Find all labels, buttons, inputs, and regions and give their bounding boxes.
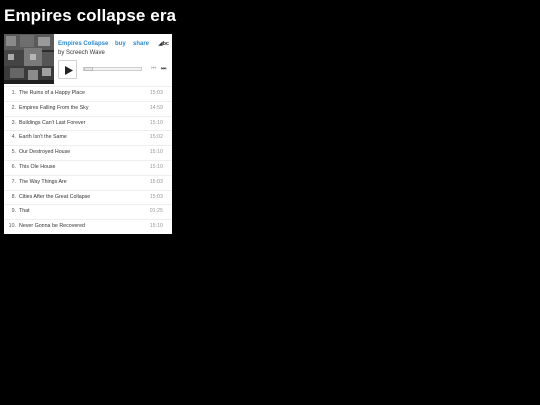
- player-header: Empires Collapse buy share ◢bc by Screec…: [4, 34, 172, 86]
- track-title[interactable]: This Ole House: [19, 161, 56, 175]
- track-number: 9.: [11, 208, 16, 215]
- track-duration: 15:10: [149, 223, 163, 230]
- track-title[interactable]: The Ruins of a Happy Place: [19, 87, 85, 101]
- track-row[interactable]: 2. Empires Falling From the Sky 14:59: [4, 100, 172, 116]
- track-duration: 15:03: [149, 90, 163, 96]
- track-row[interactable]: 4. Earth Isn't the Same 15:02: [4, 130, 172, 145]
- track-title[interactable]: Earth Isn't the Same: [19, 131, 67, 145]
- track-row[interactable]: 3. Buildings Can't Last Forever 15:10: [4, 115, 172, 131]
- track-title[interactable]: Cities After the Great Collapse: [19, 191, 90, 205]
- track-duration: 15:03: [149, 193, 163, 200]
- track-title[interactable]: The Way Things Are: [19, 176, 67, 190]
- bandcamp-logo[interactable]: ◢bc: [158, 39, 169, 49]
- track-title[interactable]: Empires Falling From the Sky: [19, 102, 88, 116]
- track-title[interactable]: That: [19, 205, 30, 219]
- track-number: 8.: [11, 193, 16, 200]
- prev-track-icon[interactable]: ⏮: [151, 65, 156, 73]
- track-number: 6.: [11, 163, 16, 170]
- track-duration: 14:59: [149, 104, 163, 111]
- track-row[interactable]: 10. Never Gonna be Recovered 15:10: [4, 219, 172, 234]
- track-number: 4.: [11, 134, 16, 141]
- track-row[interactable]: 8. Cities After the Great Collapse 15:03: [4, 189, 172, 205]
- player-controls: ⏮ ⏭: [58, 60, 169, 82]
- track-title[interactable]: Never Gonna be Recovered: [19, 220, 85, 234]
- track-number: 1.: [11, 90, 16, 96]
- track-duration: 15:10: [149, 163, 163, 170]
- bandcamp-player: Empires Collapse buy share ◢bc by Screec…: [4, 34, 172, 234]
- track-number: 7.: [11, 178, 16, 185]
- track-number: 2.: [11, 104, 16, 111]
- track-row[interactable]: 6. This Ole House 15:10: [4, 159, 172, 175]
- share-link[interactable]: share: [133, 39, 149, 49]
- track-row[interactable]: 9. That 01:25: [4, 204, 172, 219]
- album-title-link[interactable]: Empires Collapse: [58, 41, 108, 47]
- track-number: 5.: [11, 149, 16, 156]
- track-duration: 15:10: [149, 149, 163, 156]
- track-duration: 15:02: [149, 134, 163, 141]
- track-row[interactable]: 7. The Way Things Are 15:03: [4, 174, 172, 190]
- track-title[interactable]: Buildings Can't Last Forever: [19, 117, 85, 131]
- track-number: 10.: [8, 223, 16, 230]
- page-title: Empires collapse era: [4, 6, 177, 25]
- album-info: Empires Collapse buy share ◢bc by Screec…: [58, 39, 169, 82]
- progress-thumb[interactable]: [84, 67, 93, 71]
- album-row: Empires Collapse buy share ◢bc: [58, 39, 169, 49]
- play-icon: [65, 66, 73, 75]
- artist-line[interactable]: by Screech Wave: [58, 49, 169, 58]
- track-row[interactable]: 1. The Ruins of a Happy Place 15:03: [4, 86, 172, 101]
- track-row[interactable]: 5. Our Destroyed House 15:10: [4, 145, 172, 160]
- track-list: 1. The Ruins of a Happy Place 15:03 2. Empir…: [4, 86, 172, 234]
- track-number: 3.: [11, 119, 16, 126]
- next-track-icon[interactable]: ⏭: [161, 65, 166, 73]
- album-cover[interactable]: [4, 34, 54, 84]
- play-button[interactable]: [58, 60, 77, 79]
- progress-bar[interactable]: [83, 67, 142, 71]
- track-duration: 15:10: [149, 119, 163, 126]
- track-duration: 15:03: [149, 178, 163, 185]
- track-title[interactable]: Our Destroyed House: [19, 146, 70, 160]
- buy-link[interactable]: buy: [115, 39, 126, 49]
- track-duration: 01:25: [149, 208, 163, 215]
